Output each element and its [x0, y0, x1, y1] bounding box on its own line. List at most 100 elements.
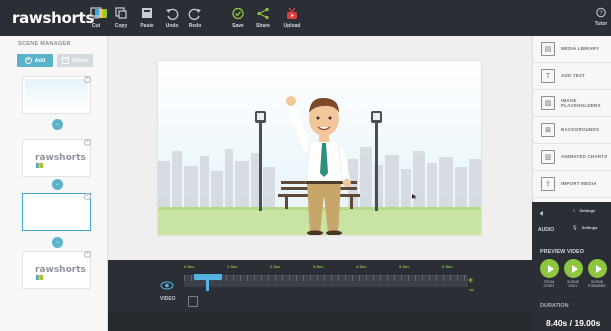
clone-icon: + [62, 57, 70, 64]
scene-thumbnail-logo-text: rawshorts [35, 153, 86, 163]
scene-thumbnail-4[interactable]: rawshorts × [22, 251, 91, 289]
scene-thumbnail-logo: rawshorts [35, 153, 90, 173]
scene-thumbnail-3-selected[interactable]: × [22, 193, 91, 231]
duration-value: 8.40s / 19.00s [546, 318, 601, 328]
import-media-button[interactable]: ⇪ IMPORT MEDIA [533, 171, 611, 198]
canvas-area[interactable] [108, 36, 532, 260]
scene-manager-panel: SCENE MANAGER + Add + Clone × ↔ rawshort… [0, 36, 108, 331]
timeline-tick-label: 4 Sec [356, 264, 367, 269]
transition-icon[interactable]: ↔ [52, 179, 63, 190]
copy-icon [115, 7, 127, 19]
paste-button[interactable]: Paste [133, 7, 161, 29]
microphone-icon: 🎙︎ [572, 225, 578, 230]
video-eye-icon[interactable] [160, 281, 174, 290]
redo-button[interactable]: Redo [181, 7, 209, 29]
text-icon: T [541, 69, 555, 83]
play-from-start-button[interactable] [540, 259, 559, 278]
upload-label: Upload [283, 23, 301, 29]
right-tools-panel: ▤ MEDIA LIBRARY T ADD TEXT ▨ IMAGE PLACE… [532, 36, 611, 202]
share-label: Share [256, 23, 270, 29]
from-start-label: FROM START [543, 280, 555, 288]
speaker-icon[interactable]: 🔈︎ [540, 208, 545, 219]
paste-label: Paste [140, 23, 154, 29]
scene-forward-label: SCENE FORWARD [588, 280, 606, 288]
svg-text:?: ? [599, 11, 603, 17]
scene-manager-title: SCENE MANAGER [18, 41, 71, 47]
zoom-out-icon[interactable]: − [469, 285, 474, 295]
delete-scene-icon[interactable]: × [84, 193, 91, 200]
media-library-button[interactable]: ▤ MEDIA LIBRARY [533, 36, 611, 63]
save-icon [232, 7, 244, 20]
paste-icon [142, 8, 152, 18]
scene-thumbnail-2[interactable]: rawshorts × [22, 139, 91, 177]
timeline-track-area[interactable] [108, 312, 532, 331]
timeline-tick-label: 0 Sec [184, 264, 195, 269]
cut-icon [90, 7, 102, 19]
delete-scene-icon[interactable]: × [84, 139, 91, 146]
add-text-label: ADD TEXT [561, 73, 586, 79]
clone-scene-button[interactable]: + Clone [57, 54, 93, 67]
backgrounds-button[interactable]: ⊠ BACKGROUNDS [533, 117, 611, 144]
music-settings-button[interactable]: ♫ Settings [572, 208, 595, 213]
audio-label: AUDIO [538, 227, 555, 233]
import-media-label: IMPORT MEDIA [561, 181, 597, 187]
tutorial-button[interactable]: ? Tutor [591, 7, 611, 27]
backgrounds-label: BACKGROUNDS [561, 127, 600, 133]
play-scene-forward-button[interactable] [588, 259, 607, 278]
copy-button[interactable]: Copy [107, 7, 135, 29]
zoom-in-icon[interactable]: + [468, 275, 473, 285]
media-library-icon: ▤ [541, 42, 555, 56]
mouse-cursor-icon [412, 194, 417, 199]
transition-icon[interactable]: ↔ [52, 119, 63, 130]
add-scene-button[interactable]: + Add [17, 54, 53, 67]
clone-scene-label: Clone [72, 57, 88, 64]
chart-icon: ▥ [541, 150, 555, 164]
plus-icon: + [24, 57, 32, 64]
image-placeholders-button[interactable]: ▨ IMAGE PLACEHOLDERS [533, 90, 611, 117]
undo-icon [166, 8, 179, 20]
voice-settings-button[interactable]: 🎙︎ Settings [572, 225, 598, 231]
delete-scene-icon[interactable]: × [84, 76, 91, 83]
media-library-label: MEDIA LIBRARY [561, 46, 600, 52]
share-button[interactable]: Share [249, 7, 277, 29]
delete-scene-icon[interactable]: × [84, 251, 91, 258]
upload-button[interactable]: Upload [278, 7, 306, 29]
preview-panel: PREVIEW VIDEO FROM START SCENE ONLY SCEN… [532, 240, 611, 331]
timeline-tick-label: 2 Sec [270, 264, 281, 269]
import-icon: ⇪ [541, 177, 555, 191]
redo-icon [188, 8, 201, 20]
top-toolbar: rawshorts Cut Copy Paste Undo Redo Save … [0, 0, 611, 36]
scene-only-label: SCENE ONLY [566, 280, 580, 288]
animated-charts-button[interactable]: ▥ ANIMATED CHARTS [533, 144, 611, 171]
duration-label: DURATION [540, 303, 569, 309]
save-button[interactable]: Save [224, 7, 252, 29]
music-settings-label: Settings [579, 208, 596, 213]
playhead-line[interactable] [206, 280, 209, 291]
video-track-label: VIDEO [160, 296, 176, 302]
scene-thumbnail-logo-text: rawshorts [35, 265, 86, 275]
film-icon[interactable] [188, 296, 198, 307]
image-icon: ▨ [541, 96, 555, 110]
youtube-icon [287, 7, 297, 19]
scene-thumbnail-logo: rawshorts [35, 265, 90, 285]
timeline-panel: 0 Sec 1 Sec 2 Sec 3 Sec 4 Sec 5 Sec 6 Se… [108, 260, 532, 331]
animated-charts-label: ANIMATED CHARTS [561, 154, 608, 160]
redo-label: Redo [188, 23, 202, 29]
scene-thumbnail-image [25, 79, 88, 111]
preview-title: PREVIEW VIDEO [540, 249, 585, 255]
add-text-button[interactable]: T ADD TEXT [533, 63, 611, 90]
timeline-tick-label: 3 Sec [313, 264, 324, 269]
music-icon: ♫ [572, 208, 576, 213]
scene-thumbnail-1[interactable]: × [22, 76, 91, 114]
scene-canvas[interactable] [158, 61, 481, 235]
transition-icon[interactable]: ↔ [52, 237, 63, 248]
timeline-tick-label: 6 Sec [442, 264, 453, 269]
cut-button[interactable]: Cut [82, 7, 110, 29]
cut-label: Cut [91, 23, 101, 29]
add-scene-label: Add [34, 57, 46, 64]
tutorial-label: Tutor [594, 21, 608, 27]
voice-settings-label: Settings [581, 225, 598, 230]
play-scene-only-button[interactable] [564, 259, 583, 278]
timeline-tick-label: 1 Sec [227, 264, 238, 269]
background-icon: ⊠ [541, 123, 555, 137]
